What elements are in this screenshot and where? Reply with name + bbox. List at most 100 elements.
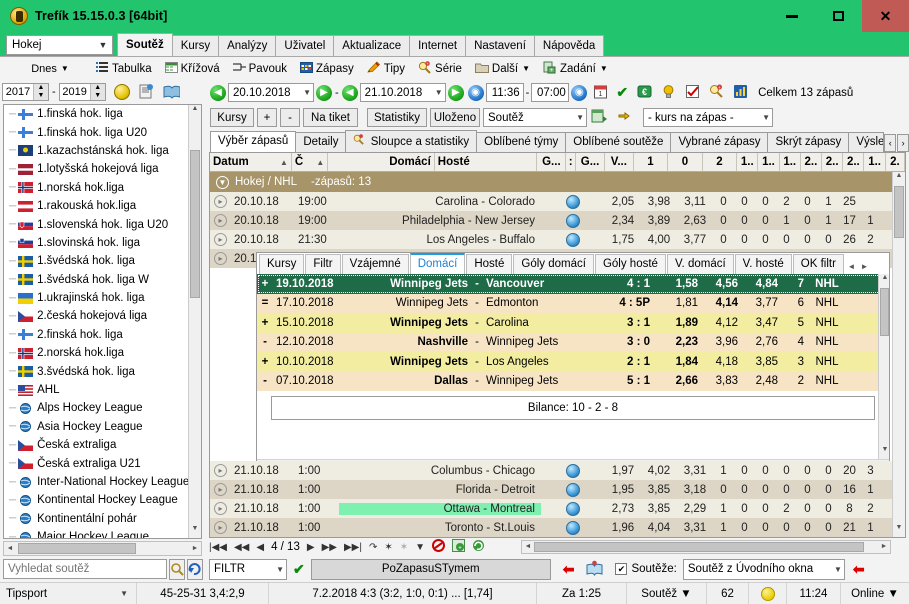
grid-horizontal-scrollbar[interactable]: ◄ ►	[521, 540, 891, 554]
menu-item-kursy[interactable]: Kursy	[171, 35, 220, 56]
tree-item[interactable]: ─ 1.švédská hok. liga W	[4, 271, 188, 289]
detail-tab-filtr[interactable]: Filtr	[305, 254, 341, 274]
scroll-down-icon[interactable]: ▼	[879, 446, 889, 459]
prev-page-icon[interactable]: ◀◀	[234, 542, 249, 553]
grid-column-header[interactable]: 1..	[758, 153, 780, 171]
grid-column-header[interactable]: Hosté	[435, 153, 538, 171]
search-button[interactable]	[169, 558, 185, 580]
grid-column-header[interactable]: 0	[668, 153, 703, 171]
menu-item-nastaveni[interactable]: Nastavení	[465, 35, 535, 56]
cell-globe[interactable]	[541, 194, 605, 209]
coin-icon[interactable]	[113, 84, 130, 100]
scroll-down-icon[interactable]: ▼	[893, 524, 905, 537]
scrollbar-thumb[interactable]	[894, 186, 904, 238]
time-to-input[interactable]: 07:00	[531, 83, 570, 102]
plus-button[interactable]: +	[257, 108, 277, 127]
spinner-arrows-icon[interactable]: ▲ ▼	[89, 84, 105, 100]
tree-item[interactable]: ─ Česká extraliga U21	[4, 454, 188, 472]
tree-item[interactable]: ─ 2.norská hok.liga	[4, 344, 188, 362]
cell-globe[interactable]	[541, 501, 605, 516]
menu-item-aktualizace[interactable]: Aktualizace	[333, 35, 411, 56]
refresh-button[interactable]	[187, 558, 203, 580]
first-record-icon[interactable]: |◀◀	[209, 542, 227, 553]
scrollbar-thumb[interactable]	[18, 543, 136, 554]
scroll-right-icon[interactable]: ►	[879, 541, 889, 553]
new-record-icon[interactable]: ✶	[384, 542, 392, 553]
add-green-icon[interactable]: +	[452, 539, 466, 555]
table-row[interactable]: ▸ 21.10.18 1:00 Columbus - Chicago 1,97 4,02 3…	[210, 461, 905, 480]
row-expand-icon[interactable]: ▸	[214, 502, 227, 515]
scroll-left-icon[interactable]: ◄	[4, 542, 16, 555]
table-row[interactable]: ▸ 21.10.18 1:00 Florida - Detroit 1,95 3,85 3,…	[210, 480, 905, 499]
competition-menu[interactable]: Soutěž ▼	[627, 583, 707, 604]
minus-button[interactable]: -	[280, 108, 300, 127]
competitions-checkbox[interactable]: ✔	[615, 563, 628, 575]
next-page-icon[interactable]: ▶▶	[322, 542, 337, 553]
online-menu[interactable]: Online ▼	[841, 583, 909, 604]
tab-vysledky[interactable]: Výsle	[848, 132, 885, 152]
menu-item-internet[interactable]: Internet	[409, 35, 467, 56]
competition-tree[interactable]: ─ 1.finská hok. liga ─ 1.finská hok. liga U…	[3, 104, 202, 539]
tab-oblibene-souteze[interactable]: Oblíbené soutěže	[565, 132, 672, 152]
checklist-icon[interactable]	[685, 84, 700, 102]
date-from-input[interactable]: 20.10.2018 ▼	[228, 83, 314, 102]
grid-column-header[interactable]: 2..	[801, 153, 823, 171]
year-from-spinner[interactable]: 2017 ▲ ▼	[2, 83, 49, 101]
tab-vybrane-zapasy[interactable]: Vybrané zápasy	[670, 132, 769, 152]
tab-sloupce-a-statistiky[interactable]: Sloupce a statistiky	[345, 130, 478, 152]
tab-prev-button[interactable]: ‹	[884, 134, 897, 152]
tab-vyber-zapasu[interactable]: Výběr zápasů	[210, 131, 297, 152]
detail-tab-dom-c-[interactable]: Domácí	[409, 253, 466, 274]
tree-horizontal-scrollbar[interactable]: ◄ ►	[3, 541, 202, 556]
cell-globe[interactable]	[541, 482, 605, 497]
spinner-arrows-icon[interactable]: ▲ ▼	[33, 84, 48, 100]
scroll-up-icon[interactable]: ▲	[189, 105, 201, 118]
tab-oblibene-tymy[interactable]: Oblíbené týmy	[476, 132, 567, 152]
scrollbar-thumb[interactable]	[190, 150, 200, 298]
time-start-icon[interactable]: ◉	[467, 84, 484, 101]
year-to-spinner[interactable]: 2019 ▲ ▼	[58, 83, 106, 101]
toolbar-pavouk[interactable]: Pavouk	[232, 61, 287, 77]
close-button[interactable]: ✕	[862, 0, 909, 32]
grid-vertical-scrollbar[interactable]: ▲ ▼	[892, 172, 905, 537]
detail-tab-g-ly-host-[interactable]: Góly hosté	[594, 254, 666, 274]
next-date2-icon[interactable]: ▶	[447, 84, 464, 101]
detail-tab-v-dom-c-[interactable]: V. domácí	[666, 254, 734, 274]
menu-item-napoveda[interactable]: Nápověda	[533, 35, 605, 56]
tree-item[interactable]: ─ Česká extraliga	[4, 436, 188, 454]
detail-tab-g-ly-dom-c-[interactable]: Góly domácí	[513, 254, 594, 274]
grid-column-header[interactable]: V...	[605, 153, 634, 171]
bookmaker-select[interactable]: Tipsport ▼	[0, 583, 137, 604]
tree-item[interactable]: ─ Kontinental Hockey League	[4, 491, 188, 509]
tree-item[interactable]: ─ 1.kazachstánská hok. liga	[4, 142, 188, 160]
toolbar-zapasy[interactable]: Zápasy	[300, 61, 354, 77]
tree-item[interactable]: ─ 1.norská hok.liga	[4, 179, 188, 197]
row-expand-icon[interactable]: ▸	[214, 233, 227, 246]
date-to-input[interactable]: 21.10.2018 ▼	[359, 83, 446, 102]
cancel-icon[interactable]	[432, 539, 446, 555]
filter-select[interactable]: FILTR ▼	[209, 558, 287, 580]
row-expand-icon[interactable]: ▸	[214, 252, 227, 265]
table-row[interactable]: ▸ 20.10.18 19:00 Carolina - Colorado 2,05 3,9…	[210, 192, 905, 211]
grid-column-header[interactable]: Domácí	[328, 153, 435, 171]
euro-icon[interactable]: €	[637, 84, 652, 102]
tree-item[interactable]: ─ 3.švédská hok. liga	[4, 362, 188, 380]
detail-tab-prev-icon[interactable]: ◄	[845, 259, 858, 274]
detail-row[interactable]: -12.10.2018 Nashville - Winnipeg Jets 3 : 02…	[257, 332, 889, 352]
detail-vertical-scrollbar[interactable]: ▲ ▼	[878, 274, 889, 459]
tab-skryt-zapasy[interactable]: Skrýt zápasy	[767, 132, 850, 152]
prev-date-icon[interactable]: ◀	[210, 84, 226, 101]
tree-item[interactable]: ─ Asia Hockey League	[4, 418, 188, 436]
preset-button[interactable]: PoZapasuSTymem	[310, 558, 551, 580]
grid-column-header[interactable]: 1..	[864, 153, 886, 171]
menu-item-uzivatel[interactable]: Uživatel	[275, 35, 335, 56]
cell-globe[interactable]	[541, 213, 605, 228]
ulozeno-button[interactable]: Uloženo	[430, 108, 480, 127]
arrow-left-icon[interactable]: ⬅	[563, 561, 575, 578]
tree-item[interactable]: ─ 2.česká hokejová liga	[4, 307, 188, 325]
calendar-icon[interactable]: 1	[593, 84, 608, 102]
grid-column-header[interactable]: Č ▲	[292, 153, 329, 171]
detail-row[interactable]: +15.10.2018 Winnipeg Jets - Carolina 3 : 1 1,…	[257, 313, 889, 333]
statistiky-button[interactable]: Statistiky	[367, 108, 427, 127]
detail-tab-ok-filtr[interactable]: OK filtr	[792, 254, 844, 274]
